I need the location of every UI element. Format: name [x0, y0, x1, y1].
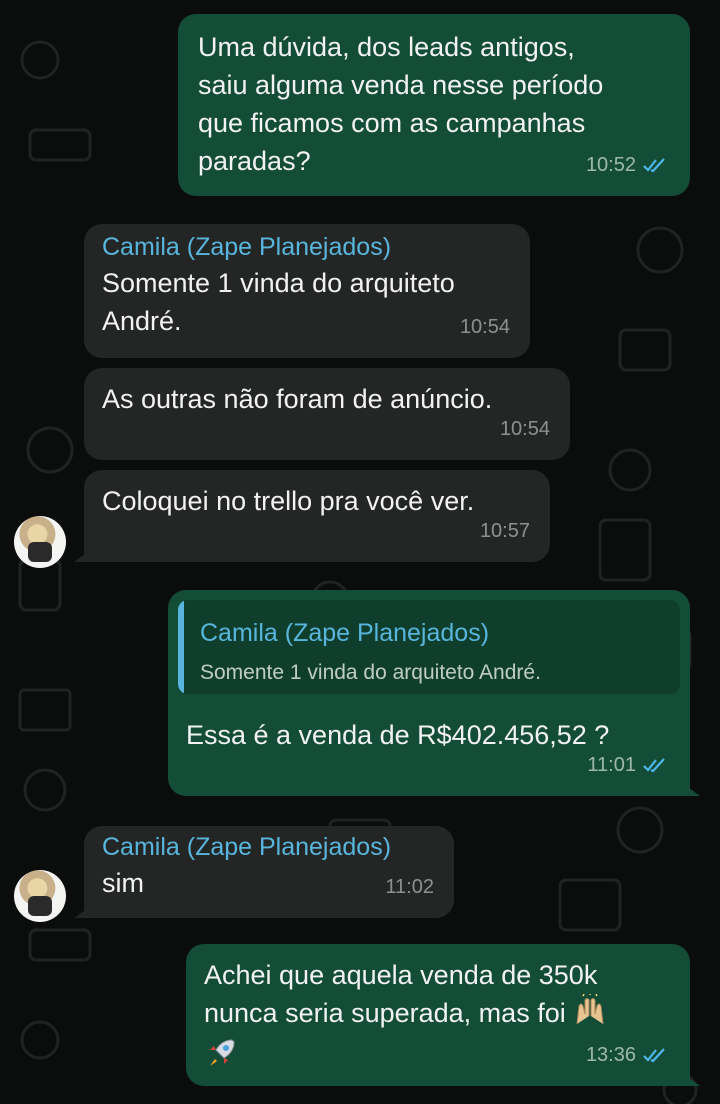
message-meta: 10:54 — [500, 410, 550, 448]
incoming-message[interactable]: Coloquei no trello pra você ver. 10:57 — [74, 470, 550, 562]
message-time: 10:52 — [585, 154, 636, 176]
sender-name: Camila (Zape Planejados) — [102, 833, 392, 861]
read-ticks-icon — [642, 757, 670, 773]
read-ticks-icon — [642, 1047, 670, 1063]
message-meta: 10:54 — [460, 308, 510, 346]
message-time: 13:36 — [585, 1044, 636, 1066]
raising-hands-emoji — [573, 993, 607, 1036]
rocket-emoji — [204, 1036, 238, 1080]
message-time: 10:54 — [459, 316, 510, 338]
message-text-line: que ficamos com as campanhas — [198, 108, 586, 138]
message-time: 11:01 — [587, 754, 636, 776]
message-text-line: nunca seria superada, mas foi — [204, 993, 672, 1036]
message-text-line: André. — [102, 306, 182, 336]
message-text-fragment: nunca seria superada, mas foi — [204, 998, 566, 1029]
message-meta: 13:36 — [586, 1036, 670, 1074]
sender-name: Camila (Zape Planejados) — [102, 233, 392, 261]
read-ticks-icon — [642, 157, 670, 173]
message-time: 11:02 — [385, 876, 434, 898]
message-meta: 11:01 — [587, 746, 670, 784]
message-time: 10:57 — [479, 520, 530, 542]
message-text: As outras não foram de anúncio. — [102, 384, 493, 414]
quoted-sender-name: Camila (Zape Planejados) — [200, 619, 490, 647]
quoted-message[interactable]: Camila (Zape Planejados) Somente 1 vinda… — [178, 600, 680, 694]
message-text: Coloquei no trello pra você ver. — [102, 486, 475, 516]
contact-avatar[interactable] — [14, 516, 66, 568]
contact-avatar[interactable] — [14, 870, 66, 922]
incoming-message[interactable]: Camila (Zape Planejados) Somente 1 vinda… — [84, 224, 530, 358]
message-text-line: Uma dúvida, dos leads antigos, — [198, 32, 575, 62]
message-text-line: saiu alguma venda nesse período — [198, 70, 604, 100]
incoming-message[interactable]: Camila (Zape Planejados) sim 11:02 — [74, 826, 454, 918]
message-meta: 11:02 — [385, 868, 434, 906]
outgoing-message[interactable]: Achei que aquela venda de 350k nunca ser… — [186, 944, 700, 1086]
message-meta: 10:57 — [480, 512, 530, 550]
outgoing-reply-message[interactable]: Camila (Zape Planejados) Somente 1 vinda… — [168, 590, 700, 796]
outgoing-message[interactable]: Uma dúvida, dos leads antigos, saiu algu… — [178, 14, 690, 196]
message-text-line: Achei que aquela venda de 350k — [204, 960, 598, 990]
incoming-message[interactable]: As outras não foram de anúncio. 10:54 — [84, 368, 570, 460]
quoted-text: Somente 1 vinda do arquiteto André. — [200, 661, 541, 684]
message-meta: 10:52 — [586, 146, 670, 184]
message-text: Essa é a venda de R$402.456,52 ? — [186, 720, 610, 750]
message-text-line: Somente 1 vinda do arquiteto — [102, 268, 455, 298]
message-time: 10:54 — [499, 418, 550, 440]
